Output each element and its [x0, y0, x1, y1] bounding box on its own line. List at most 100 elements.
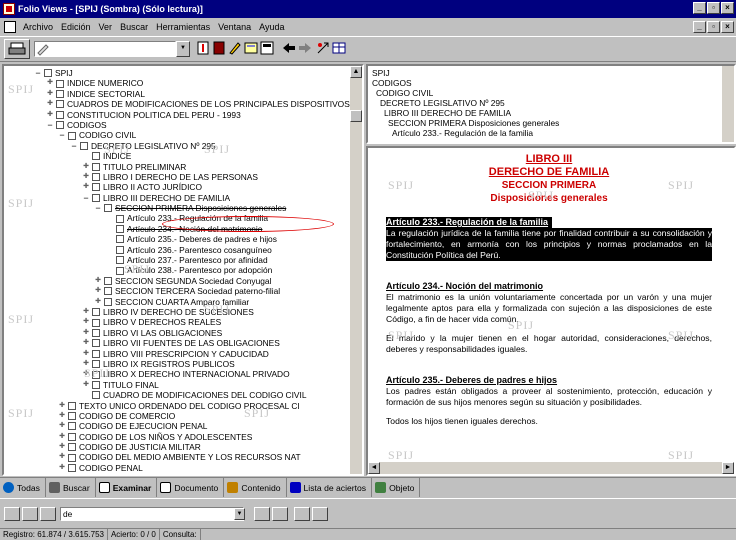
tree-checkbox[interactable] — [104, 297, 112, 306]
expand-icon[interactable]: ✚ — [94, 276, 102, 286]
expand-icon[interactable]: ✚ — [82, 172, 90, 182]
tab-todas[interactable]: Todas — [0, 478, 46, 497]
outline-line[interactable]: LIBRO III DERECHO DE FAMILIA — [372, 108, 720, 118]
tree-checkbox[interactable] — [80, 141, 88, 150]
tree-checkbox[interactable] — [68, 401, 76, 410]
menu-ventana[interactable]: Ventana — [214, 22, 255, 32]
style-combo-arrow[interactable]: ▼ — [176, 41, 190, 57]
expand-icon[interactable]: ✚ — [46, 110, 54, 120]
tab-buscar[interactable]: Buscar — [46, 478, 96, 497]
tree-checkbox[interactable] — [56, 110, 64, 119]
expand-icon[interactable]: ✚ — [58, 421, 66, 431]
back-arrow-icon[interactable] — [282, 41, 296, 55]
menu-ver[interactable]: Ver — [95, 22, 117, 32]
doc-scroll-left[interactable]: ◄ — [368, 462, 380, 474]
tree-checkbox[interactable] — [92, 380, 100, 389]
tree-checkbox[interactable] — [68, 443, 76, 452]
collapse-icon[interactable]: − — [82, 193, 90, 203]
tree-item[interactable]: ✚ TITULO FINAL — [4, 380, 350, 390]
tree-checkbox[interactable] — [68, 453, 76, 462]
collapse-icon[interactable]: − — [34, 68, 42, 78]
tree-item[interactable]: ✚ INDICE SECTORIAL — [4, 89, 350, 99]
folio-app-icon[interactable] — [3, 3, 15, 15]
tree-item[interactable]: ✚ CODIGO DE COMERCIO — [4, 411, 350, 421]
doc-scroll-right[interactable]: ► — [722, 462, 734, 474]
tree-checkbox[interactable] — [92, 339, 100, 348]
print-button[interactable] — [4, 39, 30, 59]
link-jump-icon[interactable] — [316, 41, 330, 55]
tree-item[interactable]: ✚ CODIGO PENAL — [4, 463, 350, 473]
tree-item[interactable]: ✚ LIBRO IV DERECHO DE SUCESIONES — [4, 307, 350, 317]
tree-scroll-thumb[interactable] — [350, 110, 362, 122]
table-icon[interactable] — [332, 41, 346, 55]
tree-checkbox[interactable] — [116, 235, 124, 244]
tree-item[interactable]: ✚ LIBRO II ACTO JURÍDICO — [4, 182, 350, 192]
expand-icon[interactable]: ✚ — [82, 307, 90, 317]
clear-search-button[interactable] — [40, 507, 56, 521]
tree-item[interactable]: ✚ SECCION TERCERA Sociedad paterno-filial — [4, 286, 350, 296]
minimize-button[interactable]: _ — [693, 2, 706, 14]
tree-checkbox[interactable] — [104, 287, 112, 296]
tree-checkbox[interactable] — [104, 204, 112, 213]
expand-icon[interactable]: ✚ — [82, 359, 90, 369]
note-icon[interactable] — [244, 41, 258, 55]
tree-checkbox[interactable] — [116, 256, 124, 265]
tree-item[interactable]: ✚ LIBRO VIII PRESCRIPCION Y CADUCIDAD — [4, 349, 350, 359]
tree-checkbox[interactable] — [116, 225, 124, 234]
menu-herramientas[interactable]: Herramientas — [152, 22, 214, 32]
advanced-search-button[interactable] — [22, 507, 38, 521]
tree-item[interactable]: ✚ CUADROS DE MODIFICACIONES DE LOS PRINCI… — [4, 99, 350, 109]
tree-item[interactable]: INDICE — [4, 151, 350, 161]
outline-line[interactable]: Artículo 233.- Regulación de la familia — [372, 128, 720, 138]
menu-ayuda[interactable]: Ayuda — [255, 22, 288, 32]
tab-objeto[interactable]: Objeto — [372, 478, 421, 497]
tree-checkbox[interactable] — [92, 183, 100, 192]
expand-icon[interactable]: ✚ — [46, 89, 54, 99]
tree-item[interactable]: ✚ CODIGO DE JUSTICIA MILITAR — [4, 442, 350, 452]
outline-line[interactable]: SECCION PRIMERA Disposiciones generales — [372, 118, 720, 128]
expand-icon[interactable]: ✚ — [46, 99, 54, 109]
article-233-title[interactable]: Artículo 233.- Regulación de la familia — [386, 217, 553, 228]
tree-item[interactable]: ✚ SECCION CUARTA Amparo familiar — [4, 297, 350, 307]
tree-item[interactable]: ✚ INDICE NUMERICO — [4, 78, 350, 88]
doc-close-button[interactable]: × — [721, 21, 734, 33]
doc-restore-button[interactable]: ▫ — [707, 21, 720, 33]
tab-examinar[interactable]: Examinar — [95, 478, 158, 497]
tree-item[interactable]: ✚ TITULO PRELIMINAR — [4, 162, 350, 172]
tree-checkbox[interactable] — [68, 432, 76, 441]
tree-checkbox[interactable] — [56, 100, 64, 109]
expand-icon[interactable]: ✚ — [82, 369, 90, 379]
next-hit-button[interactable] — [272, 507, 288, 521]
expand-icon[interactable]: ✚ — [82, 380, 90, 390]
bookmark-icon[interactable] — [212, 41, 226, 55]
expand-icon[interactable]: ✚ — [58, 463, 66, 473]
tree-checkbox[interactable] — [92, 328, 100, 337]
outline-line[interactable]: CODIGOS — [372, 78, 720, 88]
tree-checkbox[interactable] — [68, 464, 76, 473]
document-pane[interactable]: LIBRO III DERECHO DE FAMILIA SECCION PRI… — [366, 146, 736, 476]
expand-icon[interactable]: ✚ — [82, 328, 90, 338]
tree-checkbox[interactable] — [44, 69, 52, 78]
expand-icon[interactable]: ✚ — [82, 338, 90, 348]
tree-item[interactable]: ✚ CODIGO DE LOS NIÑOS Y ADOLESCENTES — [4, 432, 350, 442]
collapse-icon[interactable]: − — [58, 130, 66, 140]
menu-edicion[interactable]: Edición — [57, 22, 95, 32]
expand-icon[interactable]: ✚ — [58, 401, 66, 411]
tree-checkbox[interactable] — [56, 89, 64, 98]
tree-item[interactable]: ✚ LIBRO V DERECHOS REALES — [4, 317, 350, 327]
expand-icon[interactable]: ✚ — [58, 452, 66, 462]
collapse-icon[interactable]: − — [70, 141, 78, 151]
tree-checkbox[interactable] — [116, 245, 124, 254]
query-dropdown-arrow[interactable]: ▼ — [234, 508, 245, 520]
tree-item[interactable]: ✚ CODIGO DEL MEDIO AMBIENTE Y LOS RECURSO… — [4, 452, 350, 462]
document-h-scrollbar[interactable]: ◄ ► — [368, 462, 734, 474]
tree-checkbox[interactable] — [92, 152, 100, 161]
expand-icon[interactable]: ✚ — [82, 182, 90, 192]
next-doc-hit-button[interactable] — [312, 507, 328, 521]
outline-line[interactable]: CODIGO CIVIL — [372, 88, 720, 98]
collapse-icon[interactable]: − — [94, 203, 102, 213]
tree-checkbox[interactable] — [92, 391, 100, 400]
tree-scroll-up[interactable]: ▲ — [350, 66, 362, 78]
tree-checkbox[interactable] — [56, 121, 64, 130]
title-bar[interactable]: Folio Views - [SPIJ (Sombra) (Sólo lectu… — [0, 0, 736, 18]
